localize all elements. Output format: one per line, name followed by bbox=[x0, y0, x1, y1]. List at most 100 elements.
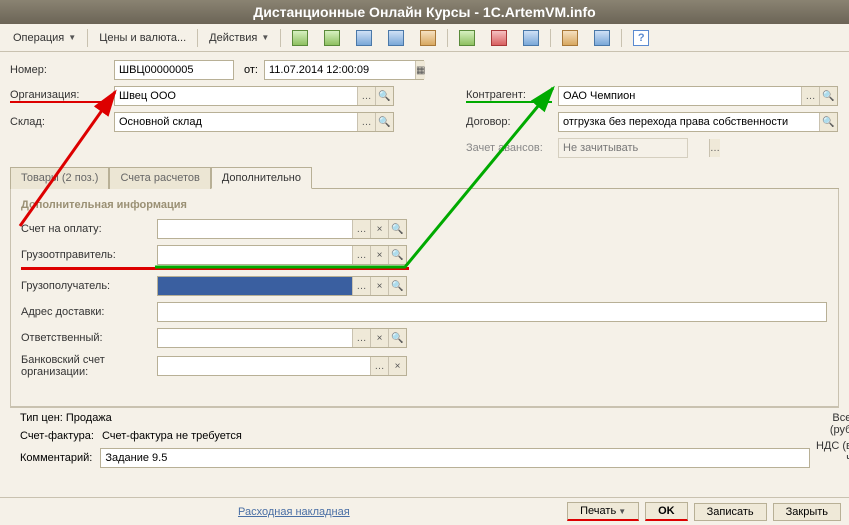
refresh-icon bbox=[324, 30, 340, 46]
contractor-input[interactable] bbox=[559, 87, 801, 105]
prices-currency-button[interactable]: Цены и валюта... bbox=[92, 29, 193, 47]
clear-icon[interactable]: × bbox=[370, 220, 388, 238]
number-label: Номер: bbox=[10, 64, 108, 76]
contractor-label: Контрагент: bbox=[466, 89, 552, 103]
clear-icon[interactable]: × bbox=[370, 277, 388, 295]
date-input[interactable] bbox=[265, 61, 415, 79]
ellipsis-icon[interactable]: … bbox=[357, 113, 375, 131]
tb-icon-4[interactable] bbox=[381, 27, 411, 49]
tb-icon-5[interactable] bbox=[413, 27, 443, 49]
actions-menu[interactable]: Действия▼ bbox=[202, 29, 276, 47]
warehouse-label: Склад: bbox=[10, 116, 108, 128]
ellipsis-icon[interactable]: … bbox=[709, 139, 720, 157]
ellipsis-icon[interactable]: … bbox=[352, 246, 370, 264]
dtct-icon bbox=[491, 30, 507, 46]
number-field[interactable] bbox=[114, 60, 234, 80]
invoice-doc-label: Счет-фактура: bbox=[20, 430, 94, 442]
tb-icon-8[interactable] bbox=[516, 27, 546, 49]
ellipsis-icon[interactable]: … bbox=[370, 357, 388, 375]
ot-label: от: bbox=[244, 64, 258, 76]
comment-field[interactable] bbox=[100, 448, 810, 468]
consignor-field[interactable]: …×🔍 bbox=[157, 245, 407, 265]
invoice-input[interactable] bbox=[158, 220, 352, 238]
ellipsis-icon[interactable]: … bbox=[357, 87, 375, 105]
separator bbox=[621, 29, 622, 47]
tab-additional[interactable]: Дополнительно bbox=[211, 167, 312, 189]
tb-icon-2[interactable] bbox=[317, 27, 347, 49]
separator bbox=[550, 29, 551, 47]
consignee-label: Грузополучатель: bbox=[21, 280, 151, 292]
consignor-input[interactable] bbox=[158, 246, 352, 264]
search-icon[interactable]: 🔍 bbox=[375, 113, 393, 131]
consignee-field[interactable]: …×🔍 bbox=[157, 276, 407, 296]
contract-input[interactable] bbox=[559, 113, 819, 131]
link-icon bbox=[420, 30, 436, 46]
vat-label: НДС (в т. ч.): bbox=[810, 440, 849, 464]
save-button[interactable]: Записать bbox=[694, 503, 767, 521]
totals-area: Тип цен: Продажа Счет-фактура: Счет-факт… bbox=[10, 407, 839, 472]
separator bbox=[87, 29, 88, 47]
help-button[interactable]: ? bbox=[626, 27, 656, 49]
date-field[interactable]: ▦ bbox=[264, 60, 424, 80]
comment-input[interactable] bbox=[101, 449, 809, 467]
search-icon[interactable]: 🔍 bbox=[819, 87, 837, 105]
print-button[interactable]: Печать▼ bbox=[567, 502, 639, 521]
clear-icon[interactable]: × bbox=[388, 357, 406, 375]
invoice-field[interactable]: …×🔍 bbox=[157, 219, 407, 239]
consignor-label: Грузоотправитель: bbox=[21, 249, 151, 261]
clear-icon[interactable]: × bbox=[370, 329, 388, 347]
responsible-field[interactable]: …×🔍 bbox=[157, 328, 407, 348]
help-icon: ? bbox=[633, 30, 649, 46]
delivery-address-input[interactable] bbox=[158, 303, 826, 321]
clear-icon[interactable]: × bbox=[370, 246, 388, 264]
search-icon[interactable]: 🔍 bbox=[388, 246, 406, 264]
copy-icon bbox=[356, 30, 372, 46]
responsible-input[interactable] bbox=[158, 329, 352, 347]
delivery-address-field[interactable] bbox=[157, 302, 827, 322]
search-icon[interactable]: 🔍 bbox=[819, 113, 837, 131]
organization-label: Организация: bbox=[10, 89, 108, 103]
tab-goods[interactable]: Товары (2 поз.) bbox=[10, 167, 109, 189]
tb-icon-1[interactable] bbox=[285, 27, 315, 49]
contractor-field[interactable]: …🔍 bbox=[558, 86, 838, 106]
bank-account-field[interactable]: …× bbox=[157, 356, 407, 376]
operation-menu[interactable]: Операция▼ bbox=[6, 29, 83, 47]
warehouse-field[interactable]: …🔍 bbox=[114, 112, 394, 132]
price-type-label: Тип цен: Продажа bbox=[20, 412, 810, 424]
contract-field[interactable]: 🔍 bbox=[558, 112, 838, 132]
tb-icon-6[interactable] bbox=[452, 27, 482, 49]
caret-down-icon: ▼ bbox=[68, 33, 76, 42]
calendar-icon[interactable]: ▦ bbox=[415, 61, 425, 79]
separator bbox=[447, 29, 448, 47]
group-title: Дополнительная информация bbox=[21, 199, 828, 211]
search-icon[interactable]: 🔍 bbox=[388, 329, 406, 347]
tb-icon-9[interactable] bbox=[555, 27, 585, 49]
ellipsis-icon[interactable]: … bbox=[352, 329, 370, 347]
search-icon[interactable]: 🔍 bbox=[388, 220, 406, 238]
footer: Расходная накладная Печать▼ OK Записать … bbox=[0, 497, 849, 525]
consignee-input[interactable] bbox=[158, 277, 352, 295]
export-icon bbox=[562, 30, 578, 46]
ok-button[interactable]: OK bbox=[645, 502, 688, 521]
search-icon[interactable]: 🔍 bbox=[388, 277, 406, 295]
organization-input[interactable] bbox=[115, 87, 357, 105]
advance-input bbox=[559, 139, 709, 157]
bank-account-label: Банковский счет организации: bbox=[21, 354, 151, 378]
number-input[interactable] bbox=[115, 61, 265, 79]
tb-icon-7[interactable] bbox=[484, 27, 514, 49]
tab-accounts[interactable]: Счета расчетов bbox=[109, 167, 210, 189]
ellipsis-icon[interactable]: … bbox=[352, 220, 370, 238]
bank-account-input[interactable] bbox=[158, 357, 370, 375]
warehouse-input[interactable] bbox=[115, 113, 357, 131]
ellipsis-icon[interactable]: … bbox=[801, 87, 819, 105]
search-icon[interactable]: 🔍 bbox=[375, 87, 393, 105]
additional-group: Дополнительная информация Счет на оплату… bbox=[10, 189, 839, 407]
tb-icon-10[interactable] bbox=[587, 27, 617, 49]
close-button[interactable]: Закрыть bbox=[773, 503, 841, 521]
organization-field[interactable]: …🔍 bbox=[114, 86, 394, 106]
expense-invoice-link[interactable]: Расходная накладная bbox=[238, 506, 350, 518]
ellipsis-icon[interactable]: … bbox=[352, 277, 370, 295]
separator bbox=[280, 29, 281, 47]
window-title: Дистанционные Онлайн Курсы - 1C.ArtemVM.… bbox=[0, 0, 849, 24]
tb-icon-3[interactable] bbox=[349, 27, 379, 49]
